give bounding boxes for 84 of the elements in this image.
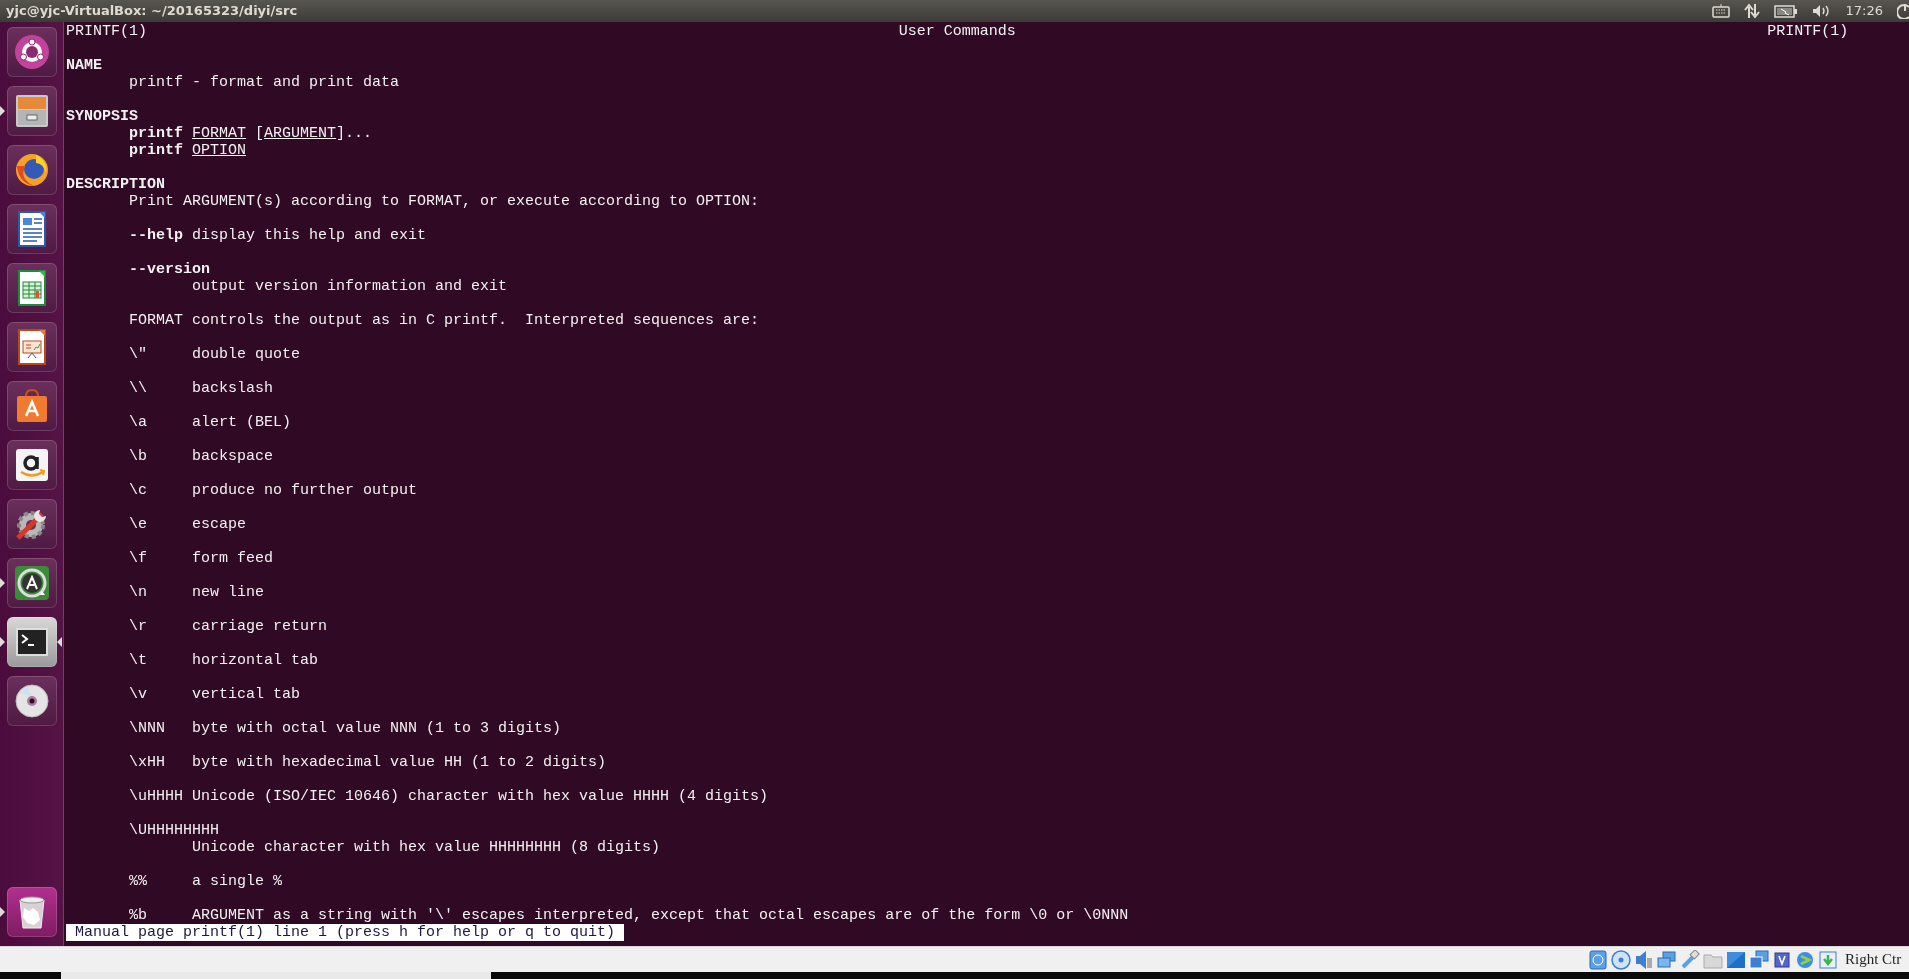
- escape-sequence: \t: [129, 652, 147, 669]
- power-icon[interactable]: [1897, 3, 1909, 19]
- escape-sequence: \f: [129, 550, 147, 567]
- description-text: ARGUMENT as a string with '\' escapes interpreted, except that octal escapes are of the form \0 or \0NNN: [192, 907, 1129, 924]
- text-line: printf OPTION: [129, 142, 247, 159]
- launcher-button[interactable]: [6, 676, 57, 726]
- launcher-button[interactable]: [6, 204, 57, 254]
- page-header: User Commands: [898, 23, 1016, 40]
- escape-sequence: \UHHHHHHHH: [129, 822, 219, 839]
- pager-prompt: Manual page printf(1) line 1 (press h for help or q to quit): [66, 924, 625, 941]
- text-line: FORMAT controls the output as in C printf. Interpreted sequences are:: [129, 312, 760, 329]
- escape-sequence: \uHHHH: [129, 788, 183, 805]
- description-text: form feed: [192, 550, 274, 567]
- dash-icon: [13, 34, 50, 70]
- battery-icon[interactable]: [1773, 4, 1798, 18]
- launcher-button[interactable]: [6, 440, 57, 490]
- escape-sequence: \v: [129, 686, 147, 703]
- window-title: yjc@yjc-VirtualBox: ~/20165323/diyi/src: [5, 2, 298, 20]
- arrow-globe-icon[interactable]: [1795, 949, 1815, 970]
- launcher-button[interactable]: [6, 887, 57, 937]
- text-line: printf FORMAT [ARGUMENT]...: [129, 125, 373, 142]
- launcher-button[interactable]: [6, 86, 57, 136]
- chip-icon[interactable]: [1772, 949, 1792, 970]
- description-text: vertical tab: [192, 686, 301, 703]
- usb-icon[interactable]: [1680, 949, 1700, 970]
- escape-sequence: \xHH: [129, 754, 165, 771]
- description-text: display this help and exit: [192, 227, 427, 244]
- disc-icon: [13, 683, 50, 719]
- launcher-button[interactable]: [6, 263, 57, 313]
- fox-globe-icon: [13, 152, 50, 188]
- launcher-button[interactable]: [6, 27, 57, 77]
- clock[interactable]: 17:26: [1845, 1, 1883, 21]
- description-text: Unicode character with hex value HHHHHHHH (8 digits): [192, 839, 661, 856]
- page-header: PRINTF(1): [1767, 23, 1849, 40]
- host-key-label: Right Ctr: [1845, 950, 1902, 970]
- escape-sequence: \b: [129, 448, 147, 465]
- escape-sequence: %%: [129, 873, 147, 890]
- option-name: --help: [129, 227, 183, 244]
- description-text: carriage return: [192, 618, 328, 635]
- network-icon[interactable]: [1657, 949, 1677, 970]
- escape-sequence: \c: [129, 482, 147, 499]
- escape-sequence: \r: [129, 618, 147, 635]
- escape-sequence: \\: [129, 380, 147, 397]
- escape-sequence: \NNN: [129, 720, 165, 737]
- description-text: double quote: [192, 346, 301, 363]
- launcher-button[interactable]: [6, 558, 57, 608]
- description-text: backslash: [192, 380, 274, 397]
- speaker-icon[interactable]: [1634, 949, 1654, 970]
- section-heading: SYNOPSIS: [66, 108, 138, 125]
- windows-icon[interactable]: [1749, 949, 1769, 970]
- disc-icon[interactable]: [1611, 949, 1631, 970]
- page-header: PRINTF(1): [66, 23, 148, 40]
- file-cabinet-icon: [13, 93, 50, 129]
- description-text: new line: [192, 584, 265, 601]
- launcher-button[interactable]: [6, 322, 57, 372]
- section-heading: NAME: [66, 57, 102, 74]
- escape-sequence: \n: [129, 584, 147, 601]
- update-icon: [13, 565, 50, 601]
- launcher-button[interactable]: [6, 145, 57, 195]
- description-text: backspace: [192, 448, 274, 465]
- launcher-button[interactable]: [6, 381, 57, 431]
- description-text: produce no further output: [192, 482, 418, 499]
- escape-sequence: %b: [129, 907, 147, 924]
- description-text: horizontal tab: [192, 652, 319, 669]
- launcher-button[interactable]: [6, 499, 57, 549]
- escape-sequence: \a: [129, 414, 147, 431]
- escape-sequence: \": [129, 346, 147, 363]
- transfer-arrows-icon[interactable]: [1743, 3, 1760, 19]
- display-icon[interactable]: [1726, 949, 1746, 970]
- description-text: a single %: [192, 873, 283, 890]
- section-heading: DESCRIPTION: [66, 176, 166, 193]
- description-text: escape: [192, 516, 247, 533]
- volume-icon[interactable]: [1811, 4, 1832, 18]
- keyboard-icon[interactable]: [1711, 4, 1730, 18]
- escape-sequence: \e: [129, 516, 147, 533]
- launcher-button[interactable]: [6, 617, 57, 667]
- description-text: alert (BEL): [192, 414, 292, 431]
- description-text: output version information and exit: [192, 278, 508, 295]
- description-text: byte with hexadecimal value HH (1 to 2 digits): [192, 754, 607, 771]
- description-text: byte with octal value NNN (1 to 3 digits): [192, 720, 562, 737]
- description-text: Unicode (ISO/IEC 10646) character with hex value HHHH (4 digits): [192, 788, 769, 805]
- text-line: printf - format and print data: [129, 74, 400, 91]
- option-name: --version: [129, 261, 210, 278]
- text-line: Print ARGUMENT(s) according to FORMAT, or execute according to OPTION:: [129, 193, 760, 210]
